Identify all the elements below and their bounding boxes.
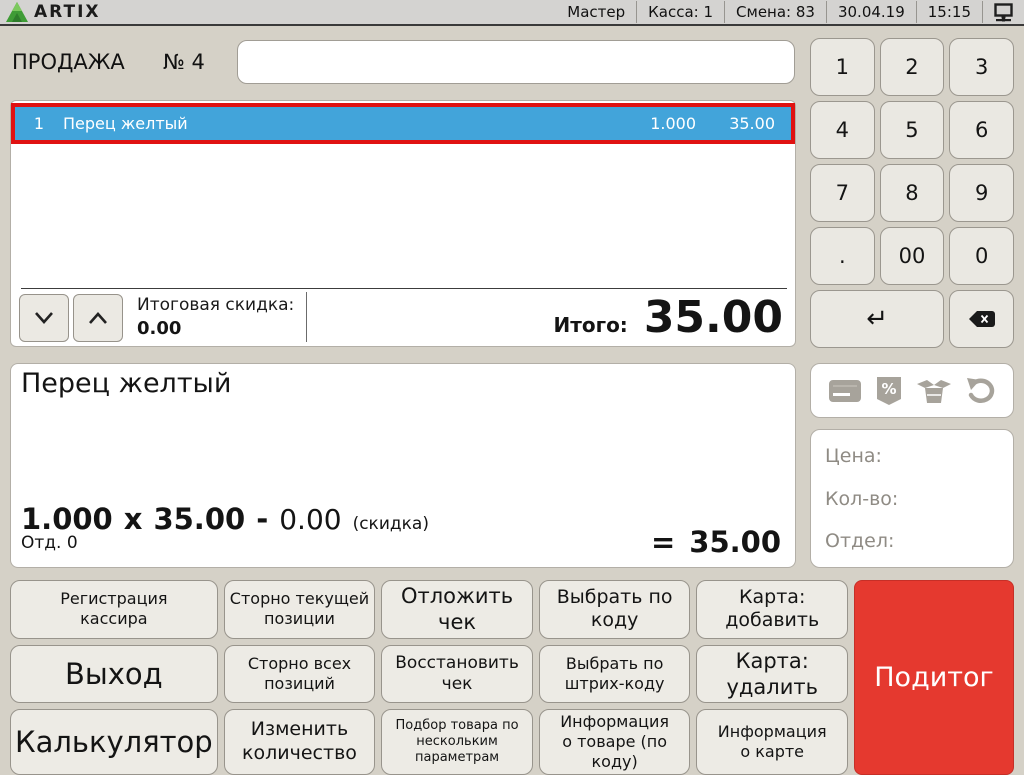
keypad-key-5[interactable]: 5	[880, 101, 945, 159]
detail-total-value: 35.00	[689, 525, 781, 559]
page-title: ПРОДАЖА	[12, 50, 125, 74]
receipt-row-selected[interactable]: 1 Перец желтый 1.000 35.00	[11, 103, 795, 144]
receipt-footer: Итоговая скидка: 0.00 Итого: 35.00	[11, 288, 795, 346]
card-info-button[interactable]: Информация о карте	[696, 709, 848, 775]
detail-item-name: Перец желтый	[21, 368, 231, 399]
undo-icon	[966, 377, 996, 405]
select-by-barcode-button[interactable]: Выбрать по штрих-коду	[539, 645, 691, 704]
total-label: Итого:	[554, 313, 628, 337]
keypad-key-0[interactable]: 0	[949, 227, 1014, 285]
open-box-icon	[916, 377, 952, 405]
calculator-button[interactable]: Калькулятор	[10, 709, 218, 775]
status-date: 30.04.19	[827, 1, 917, 23]
total-value: 35.00	[644, 292, 783, 343]
top-status-bar: ARTIX Мастер Касса: 1 Смена: 83 30.04.19…	[0, 0, 1024, 26]
multi-parameter-search-button[interactable]: Подбор товара по нескольким параметрам	[381, 709, 533, 775]
detail-qty: 1.000	[21, 502, 113, 536]
keypad-key-dot[interactable]: .	[810, 227, 875, 285]
void-current-item-button[interactable]: Сторно текущей позиции	[224, 580, 376, 639]
keypad-key-2[interactable]: 2	[880, 38, 945, 96]
price-field-label: Цена:	[825, 445, 999, 467]
chevron-down-icon	[32, 310, 56, 326]
status-cashier: Мастер	[556, 1, 637, 23]
card-add-button[interactable]: Карта: добавить	[696, 580, 848, 639]
keypad-key-7[interactable]: 7	[810, 164, 875, 222]
item-detail-panel: Перец желтый 1.000 x 35.00 - 0.00 (скидк…	[10, 363, 796, 568]
total-discount-label: Итоговая скидка:	[137, 295, 294, 315]
svg-text:%: %	[881, 380, 896, 398]
scan-input[interactable]	[237, 40, 795, 84]
status-icons-panel: %	[810, 363, 1014, 418]
minus-sign: -	[256, 502, 268, 536]
status-shift: Смена: 83	[725, 1, 827, 23]
workstation-icon	[983, 3, 1018, 22]
keypad-key-00[interactable]: 00	[880, 227, 945, 285]
status-time: 15:15	[917, 1, 983, 23]
percent-icon: %	[876, 376, 902, 406]
bank-card-icon	[828, 378, 862, 404]
detail-discount: 0.00	[279, 503, 341, 536]
detail-department: Отд. 0	[21, 533, 78, 553]
keypad-key-8[interactable]: 8	[880, 164, 945, 222]
backspace-icon	[967, 309, 997, 329]
action-button-grid: Регистрация кассира Сторно текущей позиц…	[10, 580, 1014, 760]
divider	[21, 288, 787, 289]
receipt-number: № 4	[163, 50, 205, 74]
total-block: Итого: 35.00	[554, 292, 783, 343]
artix-logo	[6, 2, 28, 22]
keypad-key-9[interactable]: 9	[949, 164, 1014, 222]
item-price: 35.00	[696, 114, 791, 133]
card-remove-button[interactable]: Карта: удалить	[696, 645, 848, 704]
item-number: 1	[15, 114, 63, 133]
keypad-backspace-button[interactable]	[949, 290, 1014, 348]
equals-sign: =	[651, 525, 675, 559]
void-all-items-button[interactable]: Сторно всех позиций	[224, 645, 376, 704]
subtotal-button[interactable]: Подитог	[854, 580, 1014, 775]
chevron-up-icon	[86, 310, 110, 326]
hold-receipt-button[interactable]: Отложить чек	[381, 580, 533, 639]
brand: ARTIX	[6, 2, 101, 22]
multiply-sign: x	[124, 502, 143, 536]
scroll-up-button[interactable]	[73, 294, 123, 342]
detail-price: 35.00	[153, 502, 245, 536]
restore-receipt-button[interactable]: Восстановить чек	[381, 645, 533, 704]
receipt-list-panel: 1 Перец желтый 1.000 35.00 Итоговая скид…	[10, 100, 796, 347]
cashier-registration-button[interactable]: Регистрация кассира	[10, 580, 218, 639]
item-name: Перец желтый	[63, 114, 606, 133]
exit-button[interactable]: Выход	[10, 645, 218, 704]
status-register: Касса: 1	[637, 1, 725, 23]
detail-total: = 35.00	[651, 525, 781, 559]
department-field-label: Отдел:	[825, 530, 999, 552]
quantity-field-label: Кол-во:	[825, 488, 999, 510]
total-discount-block: Итоговая скидка: 0.00	[137, 295, 294, 339]
detail-price-formula: 1.000 x 35.00 - 0.00 (скидка)	[21, 502, 429, 536]
select-by-code-button[interactable]: Выбрать по коду	[539, 580, 691, 639]
keypad-key-1[interactable]: 1	[810, 38, 875, 96]
brand-name: ARTIX	[34, 2, 101, 22]
detail-discount-suffix: (скидка)	[353, 514, 429, 534]
enter-icon: ↵	[866, 304, 888, 334]
keypad-key-3[interactable]: 3	[949, 38, 1014, 96]
total-discount-value: 0.00	[137, 318, 294, 339]
scroll-down-button[interactable]	[19, 294, 69, 342]
item-qty: 1.000	[606, 114, 696, 133]
change-quantity-button[interactable]: Изменить количество	[224, 709, 376, 775]
keypad-key-6[interactable]: 6	[949, 101, 1014, 159]
keypad-enter-button[interactable]: ↵	[810, 290, 944, 348]
divider	[306, 292, 307, 342]
status-area: Мастер Касса: 1 Смена: 83 30.04.19 15:15	[556, 0, 1018, 24]
keypad-key-4[interactable]: 4	[810, 101, 875, 159]
item-fields-panel: Цена: Кол-во: Отдел:	[810, 429, 1014, 568]
numeric-keypad: 1 2 3 4 5 6 7 8 9 . 00 0 ↵	[810, 38, 1014, 348]
product-info-by-code-button[interactable]: Информация о товаре (по коду)	[539, 709, 691, 775]
